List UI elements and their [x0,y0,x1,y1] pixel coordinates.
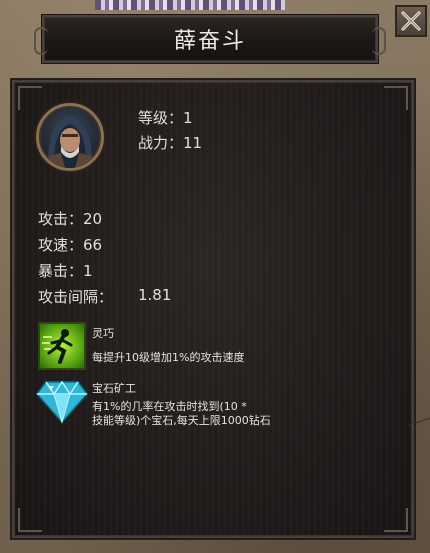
skill-description-line: 每提升10级增加1%的攻击速度 [92,351,245,364]
skill-description-line: 有1%的几率在攻击时找到(10 * [92,400,247,413]
stat-label: 攻速： [38,236,84,254]
panel-corner-ornament [18,508,42,532]
level-label: 等级： [138,109,184,127]
running-figure-icon [42,329,73,364]
stat-label: 暴击： [38,262,84,280]
stat-value: 1 [83,262,93,280]
power-value: 11 [183,134,203,152]
stat-value: 20 [83,210,103,228]
skill-dexterity[interactable] [38,322,86,370]
stat-label: 攻击间隔： [38,288,114,306]
close-button[interactable] [395,5,427,37]
skill-gem-miner[interactable] [36,378,88,424]
stat-value: 66 [83,236,103,254]
skill-description-line: 技能等级)个宝石,每天上限1000钻石 [92,414,271,427]
stat-attack: 攻击：20 [38,208,102,229]
panel-corner-ornament [18,86,42,110]
skill-description: 每提升10级增加1%的攻击速度 [92,351,244,365]
top-banner-fragment [95,0,285,10]
hero-name-title: 薛奋斗 [173,29,246,54]
diamond-gem-icon [36,380,88,424]
skill-name: 灵巧 [92,327,114,340]
close-x-icon [401,11,421,31]
level-value: 1 [183,109,193,127]
power-row: 战力：11 [138,132,202,153]
skill-description: 有1%的几率在攻击时找到(10 * 技能等级)个宝石,每天上限1000钻石 [92,400,271,428]
skill-name: 宝石矿工 [92,382,136,395]
stat-attack-speed: 攻速：66 [38,234,102,255]
hero-avatar[interactable] [36,103,104,171]
panel-corner-ornament [384,86,408,110]
power-label: 战力： [138,134,184,152]
panel-corner-ornament [384,508,408,532]
stat-attack-interval: 攻击间隔： 1.81 [38,286,171,307]
stat-crit: 暴击：1 [38,260,93,281]
stat-value: 1.81 [138,286,172,304]
stat-label: 攻击： [38,210,84,228]
hooded-warrior-portrait-icon [47,116,93,168]
title-bar: 薛奋斗 [34,15,386,63]
level-row: 等级：1 [138,107,193,128]
